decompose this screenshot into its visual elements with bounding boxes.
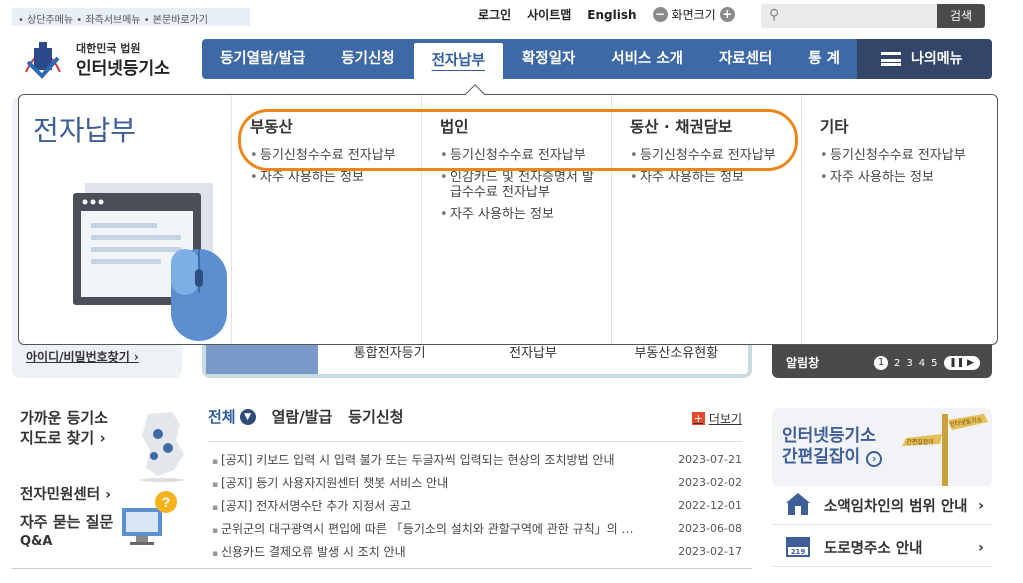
nearby-office-line1: 가까운 등기소 <box>20 409 109 427</box>
my-menu-button[interactable]: 나의메뉴 <box>857 39 992 79</box>
address-sign-icon: 219 <box>782 533 814 563</box>
nav-item-e-payment[interactable]: 전자납부 <box>412 42 504 79</box>
faq-link[interactable]: 자주 묻는 질문 <box>20 513 113 532</box>
list-item[interactable]: 군위군의 대구광역시 편입에 따른 「등기소의 설치와 관할구역에 관한 규칙」… <box>208 517 742 540</box>
nav-item-service-intro[interactable]: 서비스 소개 <box>593 39 701 79</box>
help-monitor-icon: ? <box>122 491 177 545</box>
menu-link[interactable]: 자주 사용하는 정보 <box>250 170 421 186</box>
svg-text:간편길잡이: 간편길잡이 <box>906 438 934 446</box>
my-menu-label: 나의메뉴 <box>911 51 963 67</box>
korea-map-icon <box>140 412 184 482</box>
nav-item-resources[interactable]: 자료센터 <box>701 39 790 79</box>
easy-guide-banner[interactable]: 인터넷등기소 간편길잡이 › 인터넷등기소 간편길잡이 <box>772 408 992 486</box>
menu-col-other: 기타 등기신청수수료 전자납부 자주 사용하는 정보 <box>801 95 997 344</box>
signpost-icon: 인터넷등기소 간편길잡이 <box>902 414 988 486</box>
nav-item-registration[interactable]: 등기신청 <box>323 39 412 79</box>
list-item[interactable]: [공지] 전자서명수단 추가 지정서 공고2022-12-01 <box>208 494 742 517</box>
list-item[interactable]: [공지] 키보드 입력 시 입력 불가 또는 두글자씩 입력되는 현상의 조치방… <box>208 448 742 471</box>
search-box[interactable]: ⚲ 검색 <box>761 4 985 28</box>
nav-item-statistics[interactable]: 통 계 <box>790 39 858 79</box>
chevron-down-icon: ▼ <box>239 408 256 425</box>
notice-tab-view[interactable]: 열람/발급 <box>272 406 333 427</box>
menu-link[interactable]: 자주 사용하는 정보 <box>440 207 611 223</box>
house-won-icon <box>782 491 814 521</box>
notice-list: [공지] 키보드 입력 시 입력 불가 또는 두글자씩 입력되는 현상의 조치방… <box>208 441 742 563</box>
notice-tab-registration[interactable]: 등기신청 <box>348 406 403 427</box>
zoom-label: 화면크기 <box>671 8 716 22</box>
menu-link[interactable]: 등기신청수수료 전자납부 <box>820 148 997 164</box>
utility-bar: 로그인 사이트맵 English − 화면크기 + <box>478 6 735 23</box>
nearby-office-finder[interactable]: 가까운 등기소 지도로 찾기 › <box>20 408 184 482</box>
search-button[interactable]: 검색 <box>937 4 985 28</box>
svg-text:?: ? <box>162 494 171 510</box>
notice-tabs: 전체 ▼ 열람/발급 등기신청 <box>208 406 742 427</box>
notice-pager: 1 2 3 4 5 ❚❚ ▶ <box>874 356 980 370</box>
road-address-guide-link[interactable]: 219 도로명주소 안내 › <box>772 529 992 567</box>
find-id-password-link[interactable]: 아이디/비밀번호찾기 › <box>26 348 139 365</box>
qa-link[interactable]: Q&A <box>20 532 113 551</box>
notice-page-2[interactable]: 2 <box>894 358 900 369</box>
bottom-divider <box>12 568 752 569</box>
easy-guide-text: 인터넷등기소 간편길잡이 › <box>782 426 883 468</box>
nearby-office-line2: 지도로 찾기 › <box>20 429 106 447</box>
notice-board: 전체▼ 열람/발급 등기신청 +더보기 [공지] 키보드 입력 시 입력 불가 … <box>208 406 742 563</box>
notice-page-4[interactable]: 4 <box>919 358 925 369</box>
site-logo[interactable]: 대한민국 법원 인터넷등기소 <box>18 32 188 84</box>
login-link[interactable]: 로그인 <box>478 6 511 23</box>
english-link[interactable]: English <box>587 8 636 22</box>
sitemap-link[interactable]: 사이트맵 <box>527 6 571 23</box>
e-civil-center: 전자민원센터 › 자주 묻는 질문 Q&A <box>20 486 113 551</box>
list-item[interactable]: 신용카드 결제오류 발생 시 조치 안내2023-02-17 <box>208 540 742 563</box>
highlight-annotation <box>238 109 798 171</box>
menu-link[interactable]: 인감카드 및 전자증명서 발급수수료 전자납부 <box>440 170 600 201</box>
search-icon: ⚲ <box>769 7 780 23</box>
notice-page-1[interactable]: 1 <box>874 356 888 370</box>
zoom-control: − 화면크기 + <box>652 6 735 23</box>
notice-tab-all[interactable]: 전체 ▼ <box>208 406 256 427</box>
computer-mouse-illustration <box>73 183 227 341</box>
nav-item-fixed-date[interactable]: 확정일자 <box>504 39 593 79</box>
plus-icon: + <box>691 412 705 425</box>
notice-page-5[interactable]: 5 <box>931 358 937 369</box>
e-civil-center-link[interactable]: 전자민원센터 › <box>20 486 113 505</box>
notice-page-3[interactable]: 3 <box>906 358 912 369</box>
hamburger-icon <box>881 52 901 66</box>
menu-col-heading: 기타 <box>820 118 849 136</box>
e-payment-dropdown-panel: 전자납부 부동산 등기신청수수료 전자납부 자주 사용하는 정보 법인 등기신청… <box>18 84 998 345</box>
nav-item-view-issue[interactable]: 등기열람/발급 <box>202 39 323 79</box>
logo-title: 인터넷등기소 <box>76 59 170 79</box>
zoom-out-icon[interactable]: − <box>652 7 668 22</box>
notice-title: 알림창 <box>786 356 820 370</box>
more-link[interactable]: + 더보기 <box>691 410 742 427</box>
menu-link[interactable]: 자주 사용하는 정보 <box>630 170 801 186</box>
menu-link[interactable]: 자주 사용하는 정보 <box>820 170 997 186</box>
main-navigation: 등기열람/발급 등기신청 전자납부 확정일자 서비스 소개 자료센터 통 계 <box>202 39 858 79</box>
skip-navigation[interactable]: • 상단주메뉴 • 좌측서브메뉴 • 본문바로가기 <box>12 8 250 26</box>
arrow-right-circle-icon: › <box>866 451 883 467</box>
zoom-in-icon[interactable]: + <box>719 7 735 22</box>
court-emblem-icon <box>25 42 61 79</box>
svg-text:219: 219 <box>791 548 806 556</box>
panel-title: 전자납부 <box>33 114 137 147</box>
list-item[interactable]: [공지] 등기 사용자지원센터 챗봇 서비스 안내2023-02-02 <box>208 471 742 494</box>
pause-play-icon[interactable]: ❚❚ ▶ <box>943 356 980 370</box>
small-tenant-guide-link[interactable]: 소액임차인의 범위 안내 › <box>772 487 992 525</box>
